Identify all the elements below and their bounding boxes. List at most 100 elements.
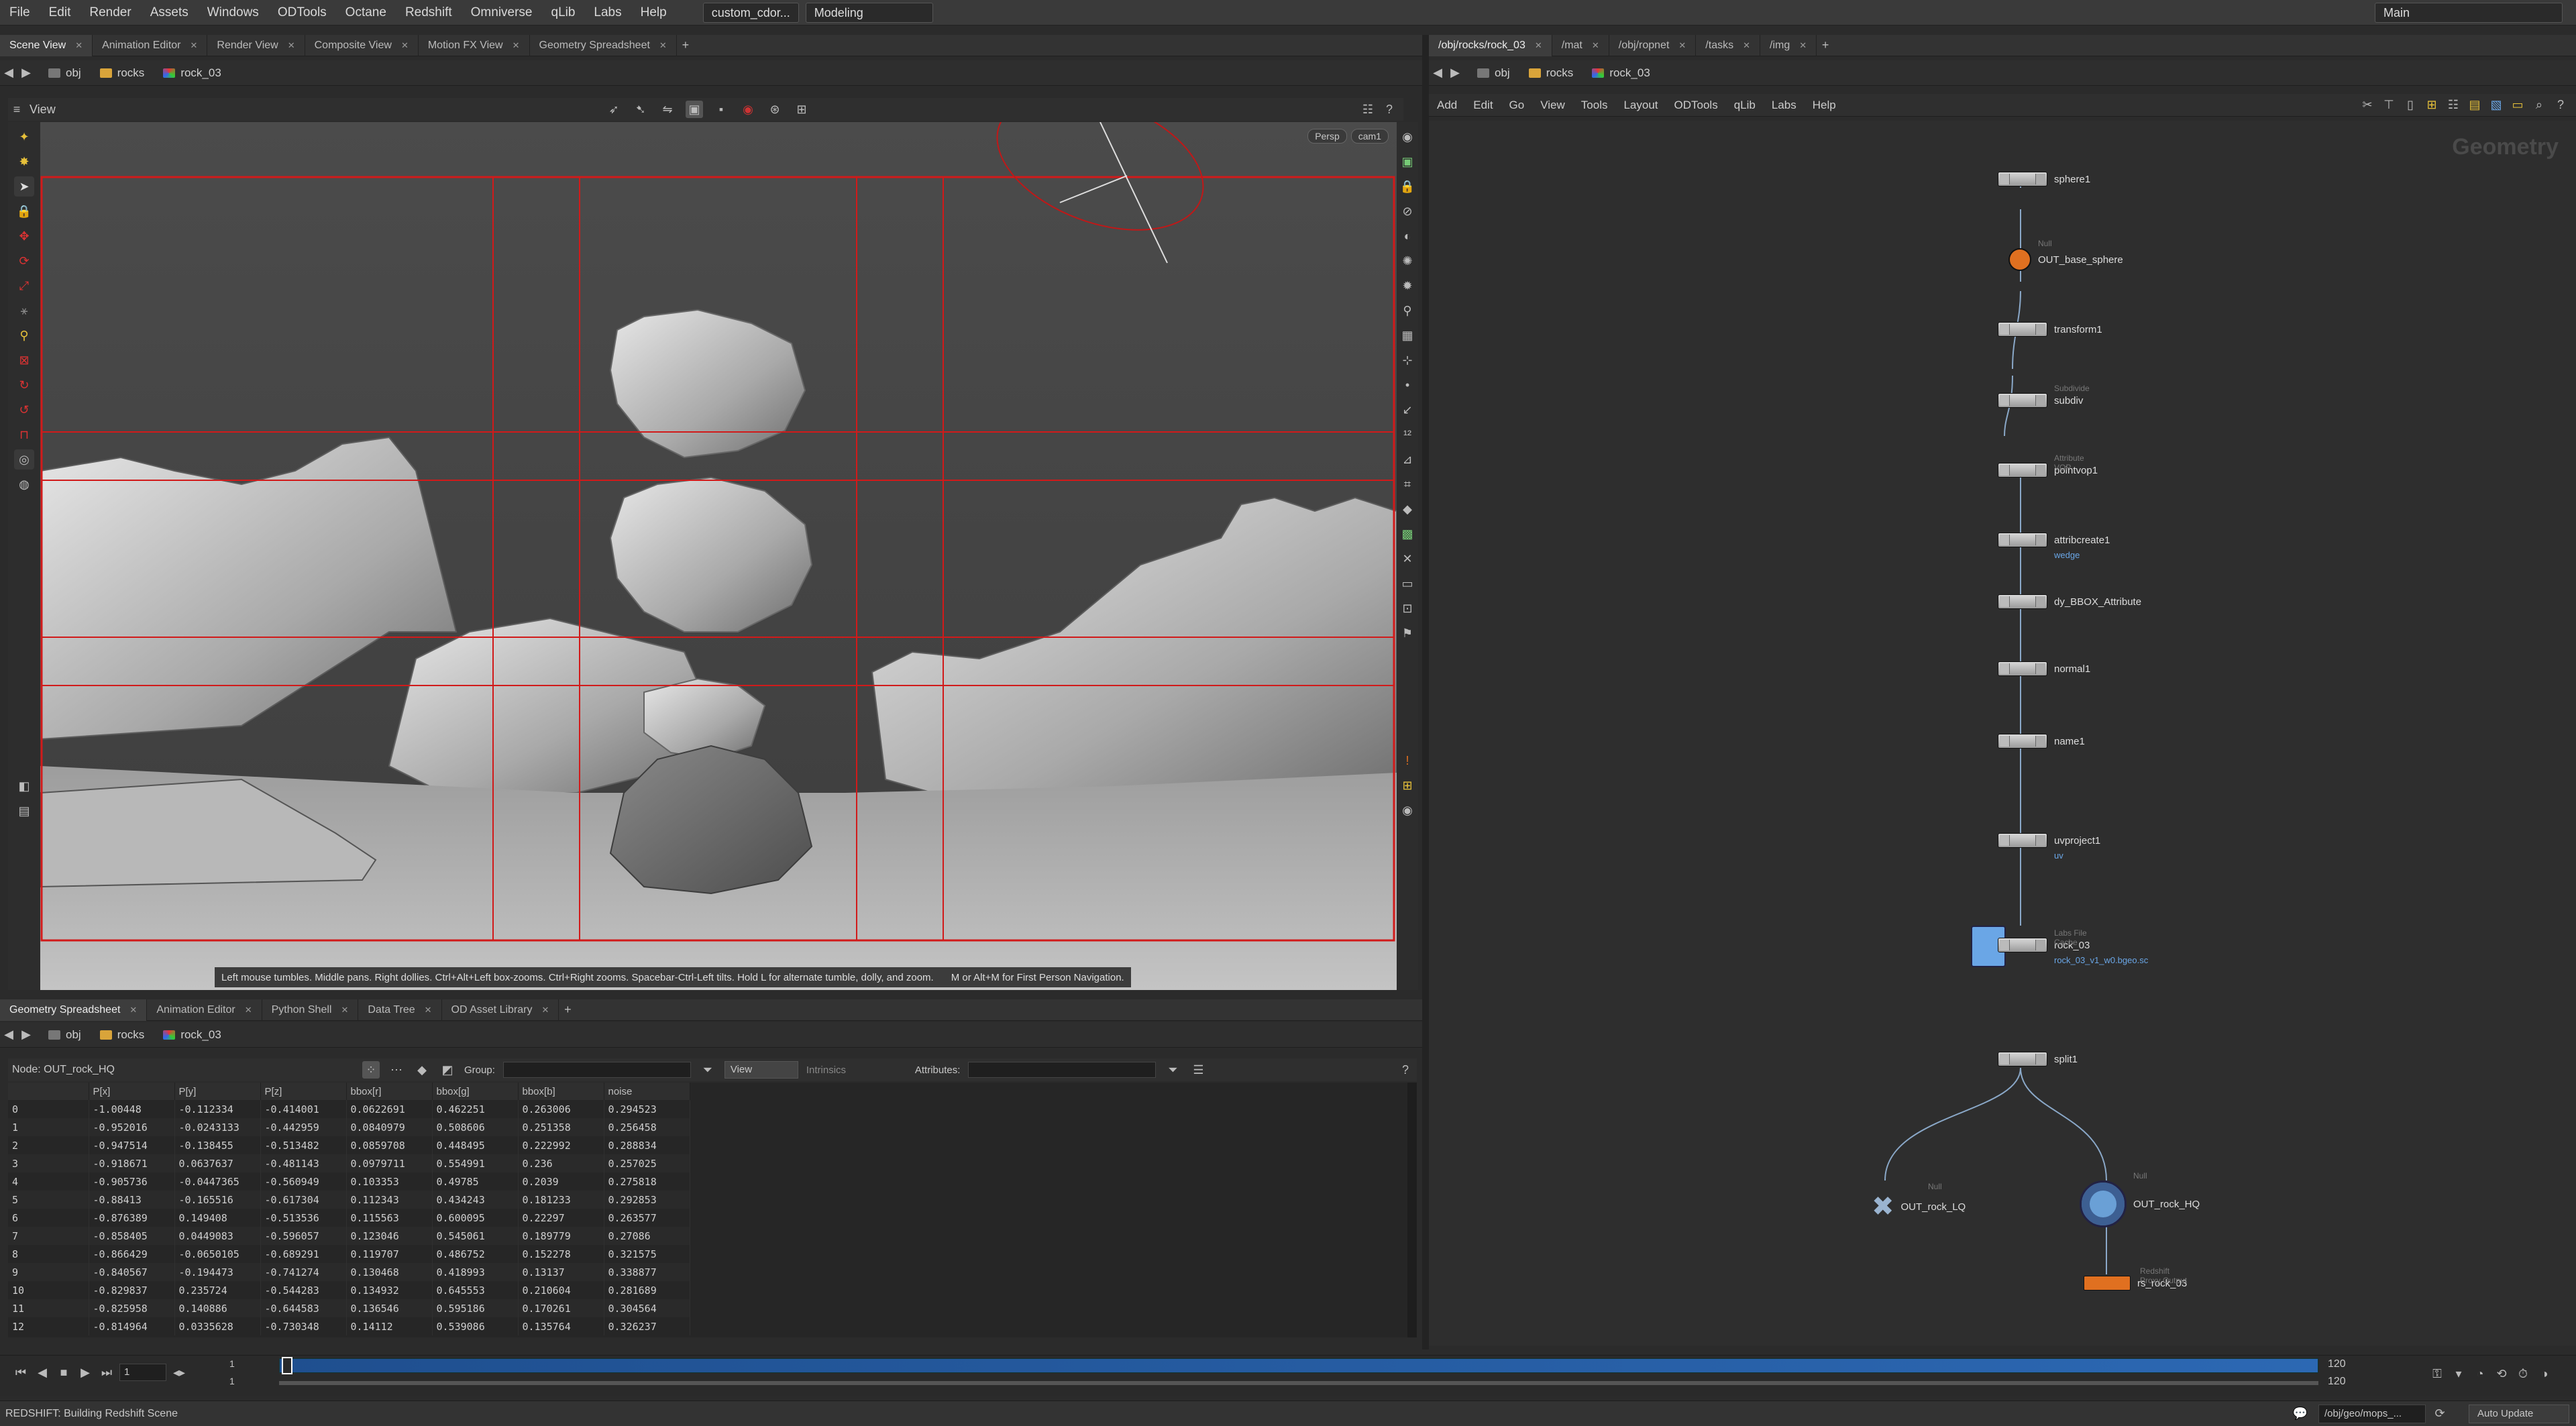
points-mode-icon[interactable]: ⁘ <box>362 1061 380 1079</box>
step-icon[interactable]: ◂▸ <box>170 1364 188 1381</box>
bottom-tab-close-icon[interactable]: ✕ <box>425 1005 432 1015</box>
select-groups-icon[interactable]: ⇋ <box>659 101 676 118</box>
grid-toggle-icon[interactable]: ⊞ <box>793 101 810 118</box>
secure-select-icon[interactable]: ➷ <box>632 101 649 118</box>
scene-tab-animation-editor[interactable]: Animation Editor ✕ <box>93 34 208 56</box>
node-normal1[interactable]: normal1 <box>1998 661 2090 676</box>
table-row[interactable]: 4 -0.905736 -0.0447365 -0.560949 0.103353 0.4… <box>8 1172 690 1191</box>
node-out-base-sphere[interactable]: OUT_base_sphere Null <box>2008 239 2123 271</box>
group-filter-icon[interactable]: ⏷ <box>699 1061 716 1079</box>
add-network-tab-icon[interactable]: + <box>1817 37 1834 54</box>
menu-help[interactable]: Help <box>631 0 676 25</box>
menu-odtools[interactable]: ODTools <box>268 0 336 25</box>
wrench-icon[interactable]: ✂ <box>2359 97 2376 114</box>
menu-redshift[interactable]: Redshift <box>396 0 462 25</box>
display-eye-icon[interactable]: ◉ <box>1397 127 1417 147</box>
network-tab-img[interactable]: /img ✕ <box>1760 34 1817 56</box>
attributes-field[interactable] <box>968 1062 1157 1078</box>
list-view-icon[interactable]: ☷ <box>2445 97 2462 114</box>
viewer-menu-icon[interactable]: ≡ <box>8 101 25 118</box>
pivot-tool-icon[interactable]: ⚲ <box>14 325 34 345</box>
node-split1[interactable]: split1 <box>1998 1052 2078 1066</box>
transform-tool-icon[interactable]: ⚹ <box>14 300 34 321</box>
scale-tool-icon[interactable]: ⤢ <box>14 276 34 296</box>
network-menu-layout[interactable]: Layout <box>1615 99 1666 112</box>
table-row[interactable]: 3 -0.918671 0.0637637 -0.481143 0.0979711 0.5… <box>8 1154 690 1172</box>
path-crumb-rocks[interactable]: rocks <box>95 64 150 82</box>
net-crumb-obj[interactable]: obj <box>1472 64 1515 82</box>
network-help-icon[interactable]: ? <box>2552 97 2569 114</box>
path-crumb-obj[interactable]: obj <box>43 64 87 82</box>
network-tab-mat[interactable]: /mat ✕ <box>1552 34 1609 56</box>
sticky-note-icon[interactable]: ▤ <box>2466 97 2483 114</box>
play-icon[interactable]: ▶ <box>76 1364 94 1381</box>
view-dropdown[interactable]: View <box>724 1061 798 1079</box>
node-rs-rock-03[interactable]: rs_rock_03 Redshift Proxy Output <box>2084 1266 2187 1291</box>
menu-octane[interactable]: Octane <box>336 0 396 25</box>
scene-tab-close-icon[interactable]: ✕ <box>75 40 83 50</box>
scene-tab-close-icon[interactable]: ✕ <box>659 40 667 50</box>
node-uvproject1[interactable]: uvproject1 uv <box>1998 833 2100 861</box>
texture-display-icon[interactable]: ▩ <box>1397 524 1417 544</box>
bottom-tab-data-tree[interactable]: Data Tree ✕ <box>358 999 442 1021</box>
desktop-file-selector[interactable]: custom_cdor... <box>702 2 799 23</box>
realtime-icon[interactable]: ⏱ <box>2514 1365 2532 1382</box>
add-tab-icon[interactable]: + <box>677 37 694 54</box>
scene-tab-close-icon[interactable]: ✕ <box>513 40 520 50</box>
network-menu-go[interactable]: Go <box>1501 99 1533 112</box>
current-frame-field[interactable]: 1 <box>119 1364 166 1381</box>
scene-tab-close-icon[interactable]: ✕ <box>288 40 295 50</box>
network-box-icon[interactable]: ▭ <box>2509 97 2526 114</box>
network-tab-obj-rocks-rock-03[interactable]: /obj/rocks/rock_03 ✕ <box>1429 34 1552 56</box>
node-rock-03[interactable]: rock_03 Labs File Cache rock_03_v1_w0.bgeo… <box>1971 926 2148 967</box>
network-tab-close-icon[interactable]: ✕ <box>1535 40 1542 50</box>
scene-tab-motion-fx-view[interactable]: Motion FX View ✕ <box>419 34 530 56</box>
prims-mode-icon[interactable]: ◆ <box>413 1061 431 1079</box>
chat-bubble-icon[interactable]: 💬 <box>2292 1405 2309 1423</box>
column-header-bbox-b[interactable]: bbox[b] <box>518 1083 604 1100</box>
bottom-tab-python-shell[interactable]: Python Shell ✕ <box>262 999 359 1021</box>
ghost-icon[interactable]: ⊘ <box>1397 201 1417 221</box>
jump-end-icon[interactable]: ⏭ <box>98 1364 115 1381</box>
column-header-bbox-g[interactable]: bbox[g] <box>432 1083 519 1100</box>
refresh-icon[interactable]: ⟳ <box>2431 1405 2449 1423</box>
move-tool-icon[interactable]: ✥ <box>14 226 34 246</box>
3d-viewport[interactable]: Persp cam1 Left mouse tumbles. Middle pa… <box>40 122 1397 990</box>
attribute-filter-icon[interactable]: ⏷ <box>1164 1061 1181 1079</box>
snapshot-icon[interactable]: ⊛ <box>766 101 784 118</box>
normal-display-icon[interactable]: ↙ <box>1397 400 1417 420</box>
lock-icon[interactable]: 🔒 <box>14 201 34 221</box>
group-field[interactable] <box>502 1062 691 1078</box>
light-bulb-off-icon[interactable]: ✹ <box>1397 276 1417 296</box>
key-icon[interactable]: ⚿ <box>2428 1365 2446 1382</box>
add-bottom-tab-icon[interactable]: + <box>559 1001 576 1019</box>
snap-prim-icon[interactable]: ↻ <box>14 375 34 395</box>
node-transform1[interactable]: transform1 <box>1998 322 2102 337</box>
scene-tab-close-icon[interactable]: ✕ <box>191 40 198 50</box>
view-eye-icon[interactable]: ◉ <box>1397 800 1417 820</box>
axis-icon[interactable]: ✕ <box>1397 549 1417 569</box>
node-attribcreate1[interactable]: attribcreate1 wedge <box>1998 533 2110 560</box>
image-view-icon[interactable]: ⊡ <box>1397 598 1417 618</box>
jump-start-icon[interactable]: ⏮ <box>12 1364 30 1381</box>
network-menu-odtools[interactable]: ODTools <box>1666 99 1726 112</box>
loop-icon[interactable]: ⟲ <box>2493 1365 2510 1382</box>
bottom-tab-close-icon[interactable]: ✕ <box>245 1005 252 1015</box>
detail-mode-icon[interactable]: ◩ <box>439 1061 456 1079</box>
table-row[interactable]: 12 -0.814964 0.0335628 -0.730348 0.14112 0.53… <box>8 1317 690 1335</box>
node-out-rock-hq[interactable]: OUT_rock_HQ Null <box>2080 1171 2200 1227</box>
node-name1[interactable]: name1 <box>1998 734 2085 749</box>
playhead[interactable] <box>282 1357 292 1374</box>
network-tab-tasks[interactable]: /tasks ✕ <box>1696 34 1760 56</box>
select-tool-icon[interactable]: ➤ <box>14 176 34 197</box>
network-tab-close-icon[interactable]: ✕ <box>1678 40 1686 50</box>
net-forward-arrow-icon[interactable]: ▶ <box>1446 64 1464 82</box>
network-tab-close-icon[interactable]: ✕ <box>1799 40 1807 50</box>
light-bulb-icon[interactable]: ✺ <box>1397 251 1417 271</box>
bottom-tab-close-icon[interactable]: ✕ <box>341 1005 348 1015</box>
network-menu-edit[interactable]: Edit <box>1465 99 1501 112</box>
network-tab-obj-ropnet[interactable]: /obj/ropnet ✕ <box>1609 34 1697 56</box>
column-header-p-y[interactable]: P[y] <box>174 1083 261 1100</box>
bottom-tab-animation-editor[interactable]: Animation Editor ✕ <box>147 999 262 1021</box>
net-crumb-rock[interactable]: rock_03 <box>1587 64 1655 82</box>
